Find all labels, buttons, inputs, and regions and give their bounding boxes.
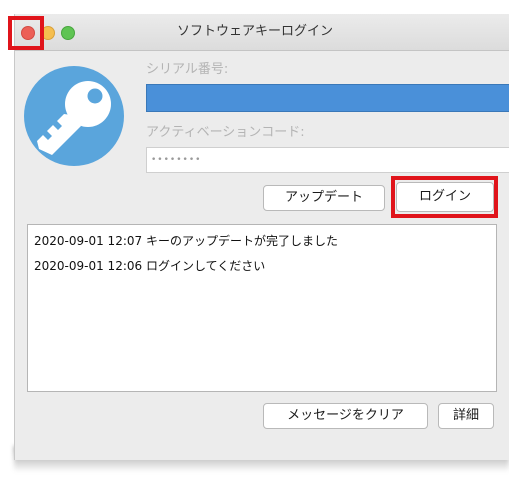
update-button[interactable]: アップデート bbox=[263, 185, 385, 211]
log-line: 2020-09-01 12:07 キーのアップデートが完了しました bbox=[34, 234, 338, 248]
close-button-highlight bbox=[8, 16, 44, 50]
activation-code-field[interactable]: •••••••• bbox=[146, 147, 509, 173]
login-window: ソフトウェアキーログイン シリアル番号: アクティベーションコード: •••••… bbox=[14, 14, 509, 460]
details-button[interactable]: 詳細 bbox=[438, 403, 494, 429]
log-line: 2020-09-01 12:06 ログインしてください bbox=[34, 259, 266, 273]
clear-messages-button[interactable]: メッセージをクリア bbox=[263, 403, 428, 429]
serial-number-field[interactable] bbox=[146, 84, 509, 112]
key-icon bbox=[37, 81, 111, 155]
serial-number-label: シリアル番号: bbox=[146, 62, 229, 77]
activation-code-label: アクティベーションコード: bbox=[146, 125, 305, 140]
message-log[interactable]: 2020-09-01 12:07 キーのアップデートが完了しました 2020-0… bbox=[27, 224, 497, 392]
app-logo bbox=[24, 66, 124, 166]
window-title: ソフトウェアキーログイン bbox=[176, 24, 333, 39]
login-button-highlight bbox=[391, 176, 498, 218]
title-bar[interactable]: ソフトウェアキーログイン bbox=[15, 14, 509, 51]
